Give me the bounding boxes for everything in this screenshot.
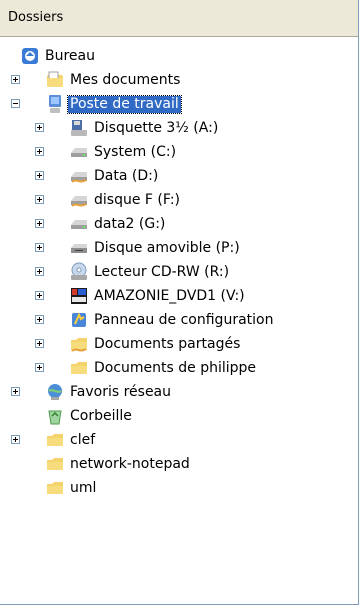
shared-folder-icon [71,338,87,352]
tree-label-favoris-reseau: Favoris réseau [70,384,172,400]
expand-icon[interactable] [11,75,20,84]
removable-drive-icon [71,244,87,253]
documents-folder-icon [47,71,63,87]
folder-icon [47,458,63,470]
expand-icon[interactable] [35,291,44,300]
expand-icon[interactable] [35,315,44,324]
tree-label-amazonie: AMAZONIE_DVD1 (V:) [94,288,245,304]
collapse-icon[interactable] [11,99,20,108]
tree-label-documents-partages: Documents partagés [94,336,241,352]
tree-label-network-notepad: network-notepad [70,456,190,472]
expand-icon[interactable] [35,171,44,180]
folders-panel: Dossiers Bureau Mes documents Poste de t… [0,0,359,605]
folder-icon [47,482,63,494]
dvd-video-icon [71,288,87,304]
cd-drive-icon [71,262,87,280]
expand-icon[interactable] [35,147,44,156]
shared-drive-icon [71,196,87,207]
network-icon [48,384,62,400]
hard-drive-icon [71,148,87,157]
expand-icon[interactable] [35,267,44,276]
tree-label-poste-de-travail: Poste de travail [67,95,182,114]
tree-label-disquette: Disquette 3½ (A:) [94,120,219,136]
expand-icon[interactable] [11,435,20,444]
tree-label-uml: uml [70,480,97,496]
shared-drive-icon [71,172,87,183]
expand-icon[interactable] [35,243,44,252]
control-panel-icon [72,312,86,327]
tree-label-disque-amovible: Disque amovible (P:) [94,240,240,256]
tree-label-documents-philippe: Documents de philippe [94,360,257,376]
tree-label-system: System (C:) [94,144,177,160]
expand-icon[interactable] [35,195,44,204]
folders-title: Dossiers [8,10,64,25]
desktop-icon [22,48,38,64]
tree-label-disque-f: disque F (F:) [94,192,181,208]
folder-icon [47,434,63,446]
folder-icon [71,362,87,374]
tree-label-data: Data (D:) [94,168,159,184]
computer-icon [49,95,61,113]
expand-icon[interactable] [11,387,20,396]
expand-icon[interactable] [35,363,44,372]
expand-icon[interactable] [35,123,44,132]
tree-label-clef: clef [70,432,96,448]
tree-label-lecteur-cd: Lecteur CD-RW (R:) [94,264,230,280]
tree-label-panneau: Panneau de configuration [94,312,274,328]
folders-header: Dossiers [0,0,358,37]
recycle-bin-icon [48,410,62,425]
floppy-drive-icon [71,120,87,136]
expand-icon[interactable] [35,339,44,348]
tree-label-bureau: Bureau [45,48,95,64]
expand-icon[interactable] [35,219,44,228]
tree-label-data2: data2 (G:) [94,216,166,232]
tree-label-mes-documents: Mes documents [70,72,181,88]
hard-drive-icon [71,220,87,229]
tree-label-corbeille: Corbeille [70,408,132,424]
